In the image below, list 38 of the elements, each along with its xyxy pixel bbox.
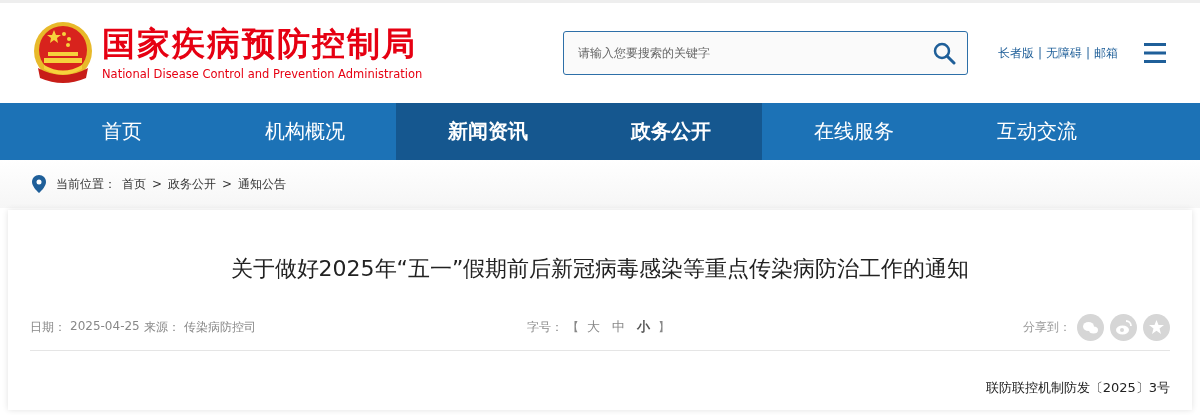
- search-field[interactable]: 请输入您要搜索的关键字: [562, 31, 968, 75]
- site-title: 国家疾病预防控制局: [102, 25, 418, 63]
- share-label: 分享到：: [1023, 318, 1071, 336]
- font-size-label: 字号：: [526, 318, 563, 336]
- menu-icon[interactable]: [1144, 42, 1166, 64]
- link-separator: |: [1085, 46, 1090, 60]
- font-size-option[interactable]: 大: [582, 318, 604, 336]
- bracket: 】: [657, 318, 670, 336]
- nav-tab[interactable]: 在线服务: [762, 103, 945, 160]
- source-text: 传染病防控司: [183, 318, 256, 336]
- nav-tab[interactable]: 机构概况: [213, 103, 396, 160]
- breadcrumb-link[interactable]: 首页: [122, 175, 146, 193]
- bracket: 【: [566, 318, 579, 336]
- font-size-option[interactable]: 中: [607, 318, 629, 336]
- weibo-icon[interactable]: [1110, 313, 1137, 341]
- link-separator: |: [1037, 46, 1042, 60]
- font-size-option[interactable]: 小: [632, 318, 654, 336]
- nav-tab[interactable]: 新闻资讯: [396, 103, 579, 160]
- breadcrumb-label: 当前位置：: [56, 175, 116, 193]
- document-number: 联防联控机制防发〔2025〕3号: [984, 379, 1170, 397]
- search-icon[interactable]: [931, 41, 956, 65]
- header-link[interactable]: 无障碍: [1045, 44, 1082, 62]
- nav-tab[interactable]: 政务公开: [579, 103, 762, 160]
- source-label: 来源：: [143, 318, 180, 336]
- breadcrumb-link[interactable]: 通知公告: [238, 175, 287, 193]
- breadcrumb-separator: >: [222, 177, 233, 191]
- date-text: 2025-04-25: [70, 318, 140, 335]
- header-link[interactable]: 邮箱: [1094, 44, 1118, 62]
- article-title: 关于做好2025年“五一”假期前后新冠病毒感染等重点传染病防治工作的通知: [229, 255, 971, 283]
- nav-tab[interactable]: 首页: [30, 103, 213, 160]
- header-link[interactable]: 长者版: [997, 44, 1034, 62]
- breadcrumb-link[interactable]: 政务公开: [168, 175, 217, 193]
- wechat-icon[interactable]: [1077, 313, 1104, 341]
- location-icon: [32, 175, 46, 193]
- breadcrumb-separator: >: [152, 177, 163, 191]
- date-label: 日期：: [30, 318, 66, 336]
- nav-tab[interactable]: 互动交流: [945, 103, 1128, 160]
- site-subtitle: National Disease Control and Prevention Administration: [102, 67, 423, 81]
